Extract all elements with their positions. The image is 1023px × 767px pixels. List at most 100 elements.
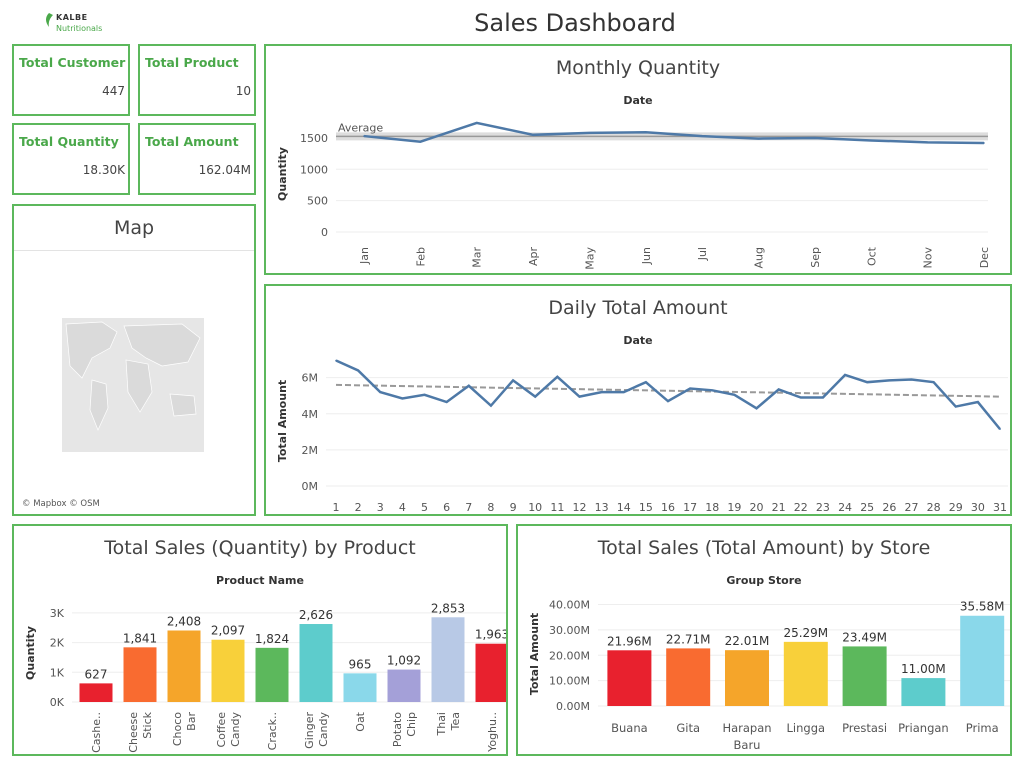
x-tick-label: 10 [528, 501, 542, 514]
bar-value-label: 22.71M [666, 632, 711, 646]
daily-amount-panel[interactable]: Daily Total Amount Date 0M 2M 4M 6M Total Am… [264, 284, 1012, 516]
x-tick-label: Bar [185, 712, 198, 731]
x-tick-label: 21 [772, 501, 786, 514]
y-tick-label: 20.00M [549, 649, 590, 662]
data-point [532, 134, 534, 136]
x-tick-label: Chip [405, 712, 418, 737]
data-point [363, 135, 365, 137]
bar-value-label: 1,092 [387, 654, 421, 668]
x-tick-label: Jan [358, 247, 371, 265]
bar-value-label: 23.49M [842, 630, 887, 644]
data-point [475, 122, 478, 124]
data-point [755, 407, 758, 410]
y-tick-label: 40.00M [549, 599, 590, 612]
daily-amount-chart[interactable]: 0M2M4M6MTotal Amount1 2 3 4 5 6 7 8 9 10 11 12 13 14 1… [266, 286, 1010, 514]
x-tick-label: 12 [572, 501, 586, 514]
bar [960, 615, 1005, 706]
y-axis-label: Quantity [24, 626, 37, 680]
x-tick-label: Gita [676, 721, 700, 735]
monthly-quantity-chart[interactable]: 050010001500QuantityAverageJan Feb Mar Apr M… [266, 46, 1010, 273]
bar-value-label: 2,853 [431, 601, 465, 615]
monthly-quantity-panel[interactable]: Monthly Quantity Date 0 500 1000 1500 Quanti… [264, 44, 1012, 275]
y-tick-label: 10.00M [549, 675, 590, 688]
x-tick-label: Nov [922, 247, 935, 269]
data-point [379, 391, 382, 393]
bar-value-label: 25.29M [783, 626, 828, 640]
y-axis-label: Total Amount [528, 613, 541, 695]
x-tick-label: Thai [435, 712, 448, 737]
product-sales-panel[interactable]: Total Sales (Quantity) by Product Produc… [12, 524, 508, 756]
bar [607, 650, 652, 706]
store-sales-chart[interactable]: 0.00M 10.00M 20.00M 30.00M 40.00M Total Amoun… [518, 526, 1010, 754]
kpi-label: Total Customer [19, 55, 126, 70]
kpi-value: 447 [102, 84, 125, 98]
x-tick-label: Lingga [787, 721, 826, 735]
world-map-icon[interactable] [62, 318, 212, 458]
y-tick-label: 30.00M [549, 624, 590, 637]
kpi-value: 162.04M [198, 163, 251, 177]
x-tick-label: 6 [443, 501, 450, 514]
data-point [578, 395, 581, 398]
data-point [667, 400, 669, 402]
data-point [910, 378, 913, 381]
kpi-label: Total Amount [145, 134, 239, 149]
y-tick-label: 500 [307, 195, 328, 208]
kpi-total-product[interactable]: Total Product 10 [138, 44, 256, 116]
bar-value-label: 1,963 [475, 628, 506, 642]
data-point [701, 135, 703, 137]
kpi-total-quantity[interactable]: Total Quantity 18.30K [12, 123, 130, 195]
data-point [645, 381, 647, 383]
x-tick-label: Baru [734, 738, 761, 752]
bar-value-label: 21.96M [607, 634, 652, 648]
x-tick-label: Coffee [215, 712, 228, 748]
x-tick-label: Buana [611, 721, 648, 735]
map-panel[interactable]: Map © Mapbox © OSM [12, 204, 256, 516]
x-tick-label: 19 [727, 501, 741, 514]
data-point [689, 387, 691, 390]
map-title: Map [113, 217, 155, 239]
y-tick-label: 1K [50, 666, 65, 679]
x-tick-label: 7 [465, 501, 472, 514]
bar-value-label: 965 [349, 657, 372, 671]
y-tick-label: 6M [302, 372, 319, 385]
data-point [622, 391, 625, 393]
data-point [534, 395, 536, 398]
y-tick-label: 3K [50, 607, 65, 620]
x-tick-label: Jun [640, 247, 653, 265]
y-tick-label: 0K [50, 696, 65, 709]
bar-value-label: 2,626 [299, 608, 333, 622]
x-tick-label: 25 [860, 501, 874, 514]
x-tick-label: Cheese [127, 712, 140, 753]
x-tick-label: 20 [750, 501, 764, 514]
data-point [335, 359, 337, 362]
kpi-total-customer[interactable]: Total Customer 447 [12, 44, 130, 116]
data-point [357, 369, 359, 372]
y-tick-label: 0 [321, 226, 328, 239]
data-point [977, 401, 979, 403]
y-tick-label: 0.00M [556, 700, 590, 713]
bar-value-label: 2,097 [211, 624, 245, 638]
bar [475, 643, 506, 702]
x-tick-label: Dec [978, 247, 991, 268]
x-tick-label: Priangan [898, 721, 949, 735]
x-tick-label: 16 [661, 501, 675, 514]
data-point [888, 379, 891, 382]
x-tick-label: Harapan [722, 721, 771, 735]
kpi-value: 18.30K [82, 163, 125, 177]
y-tick-label: 2M [302, 444, 319, 457]
x-tick-label: 5 [421, 501, 428, 514]
product-sales-chart[interactable]: 0K 1K 2K 3K Quantity 627 1,841 2,408 2,097 1,824 2… [14, 526, 506, 754]
x-tick-label: Potato [391, 712, 404, 747]
x-tick-label: 9 [510, 501, 517, 514]
x-tick-label: Candy [229, 712, 242, 747]
kpi-total-amount[interactable]: Total Amount 162.04M [138, 123, 256, 195]
x-tick-label: Jul [696, 247, 709, 261]
data-point [757, 137, 760, 140]
bar [901, 678, 946, 706]
store-sales-panel[interactable]: Total Sales (Total Amount) by Store Grou… [516, 524, 1012, 756]
series-line-amount [335, 359, 1001, 430]
bar [255, 647, 289, 702]
x-tick-label: 14 [617, 501, 631, 514]
data-point [711, 389, 714, 392]
x-tick-label: 31 [993, 501, 1007, 514]
